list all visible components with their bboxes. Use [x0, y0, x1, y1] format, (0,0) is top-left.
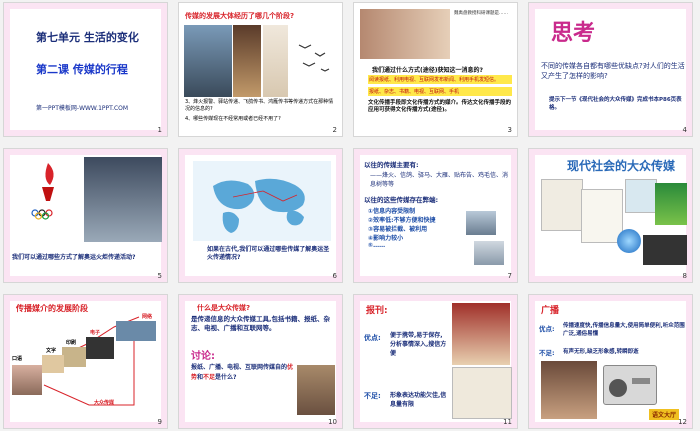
- magazine-image: [625, 179, 657, 213]
- portrait-photo: [360, 9, 450, 59]
- badge: 语文大厅: [649, 409, 680, 420]
- tv-cabinet-image: [297, 365, 335, 415]
- bell-photo: [233, 25, 261, 97]
- stage-label-writing: 文字: [46, 348, 57, 354]
- list-item: ③容易被拦截、被利用: [368, 226, 428, 233]
- slide-number: 6: [332, 272, 337, 280]
- heading-1: 以往的传媒主要有:: [364, 161, 419, 169]
- slide-thumbnail-11[interactable]: 报刊: 优点: 便于携带,易于保存,分析事情深入,搜信方便 不足: 形象表达功能…: [353, 294, 518, 429]
- slide-thumbnail-5[interactable]: 我们可以通过哪些方式了解奥运火炬传递活动? 5: [3, 148, 168, 283]
- bio-text: 魏禹盘教授科研课题是……: [454, 11, 508, 16]
- stage-label-speech: 口语: [12, 356, 23, 362]
- slide-number: 8: [682, 272, 687, 280]
- list-item: ⑤……: [368, 242, 386, 249]
- advantage-text: 传播速度快,传播信息量大,使用简单便利,听众范围广泛,通俗易懂: [563, 323, 685, 337]
- stage-label-electronic: 电子: [90, 330, 101, 336]
- ancient-painting: [263, 25, 288, 97]
- slide-number: 10: [328, 418, 337, 426]
- paragraph: 文化传播手段即文化传播方式的媒介。传达文化传播手段的应用可获得文化传播方式(途径…: [368, 100, 512, 113]
- slide-number: 5: [157, 272, 162, 280]
- slide-number: 4: [682, 126, 687, 134]
- heading-2: 以往的这些传媒存在弊端:: [364, 196, 439, 204]
- question-1: 我们通过什么方式(途径)获知这一消息的?: [372, 67, 483, 74]
- magazine-cover-image: [655, 183, 687, 225]
- slide-thumbnail-3[interactable]: 魏禹盘教授科研课题是…… 我们通过什么方式(途径)获知这一消息的? 阅读报纸、利…: [353, 2, 518, 137]
- shortcoming-label: 不足:: [539, 349, 555, 357]
- book-image: [581, 189, 623, 243]
- shortcoming-label: 不足:: [364, 392, 381, 400]
- list-1: ——烽火、信鸽、驿马、大雁、贴布告、鸡毛信、消息树等等: [370, 172, 509, 188]
- slide-title: 第七单元 生活的变化: [36, 31, 139, 44]
- advantage-label: 优点:: [364, 334, 381, 342]
- shortcoming-text: 有声无形,缺乏形象感,转瞬即逝: [563, 349, 639, 355]
- slide-footer: 第一PPT模板网-WWW.1PPT.COM: [36, 105, 129, 112]
- slide-number: 9: [157, 418, 162, 426]
- tv-image: [86, 337, 114, 359]
- writing-image: [42, 355, 64, 373]
- slide-thumbnail-2[interactable]: 传媒的发展大体经历了哪几个阶段? 3、烽火报警、驿站传递、飞鸽传书、鸿雁传书等传…: [178, 2, 343, 137]
- stage-label-printing: 印刷: [66, 340, 77, 346]
- slide-number: 3: [507, 126, 512, 134]
- shortcoming-text: 形象表达功能欠佳,信息量有限: [390, 392, 447, 408]
- answer-box-1: 阅读报纸、利用电视、互联网发布新闻、利用手机发短信。: [368, 75, 512, 84]
- slide-title: 现代社会的大众传媒: [567, 159, 676, 173]
- slide-number: 1: [157, 126, 162, 134]
- slide-thumbnail-12[interactable]: 广播 优点: 传播速度快,传播信息量大,使用简单便利,听众范围广泛,通俗易懂 不…: [528, 294, 693, 429]
- flying-geese-image: [289, 33, 339, 83]
- newspaper-image: [452, 367, 512, 419]
- hint-text: 提示下一节《现代社会的大众传媒》完成书本P86页表格。: [549, 97, 682, 111]
- question-3: 3、烽火报警、驿站传递、飞鸽传书、鸿雁传书等传递方式在那种情况的信息的?: [185, 99, 334, 112]
- press-image: [62, 347, 86, 367]
- list-item: ②效率低:不够方便和快捷: [368, 217, 436, 224]
- list-item: ①信息内容受限制: [368, 208, 416, 215]
- network-image: [116, 321, 156, 341]
- think-question: 不同的传媒各自都有哪些优缺点?对人们的生活又产生了怎样的影响?: [541, 62, 685, 80]
- slide-question: 传媒的发展大体经历了哪几个阶段?: [185, 12, 295, 20]
- question-tail: 是什么?: [215, 374, 237, 381]
- slide-number: 2: [332, 126, 337, 134]
- world-map: [193, 161, 331, 241]
- stage-label-mass-media: 大众传媒: [94, 400, 115, 406]
- newspaper-image: [541, 179, 583, 231]
- think-heading: 思考: [551, 21, 596, 46]
- pigeon-image: [466, 211, 496, 235]
- slide-number: 7: [507, 272, 512, 280]
- question-4: 4、哪些传媒现在不经常用或者已经不用了?: [185, 116, 281, 122]
- slide-thumbnail-4[interactable]: 思考 不同的传媒各自都有哪些优缺点?对人们的生活又产生了怎样的影响? 提示下一节…: [528, 2, 693, 137]
- torch-relay-photo: [84, 157, 162, 242]
- slide-question: 什么是大众传媒?: [197, 304, 251, 312]
- slide-question: 如果在古代,我们可以通过哪些传媒了解奥运圣火传递情况?: [207, 246, 330, 261]
- laptop-image: [643, 235, 687, 265]
- advantage-text: 便于携带,易于保存,分析事情深入,搜信方便: [390, 332, 447, 357]
- slide-thumbnail-7[interactable]: 以往的传媒主要有: ——烽火、信鸽、驿马、大雁、贴布告、鸡毛信、消息树等等 以往…: [353, 148, 518, 283]
- slide-thumbnail-9[interactable]: 传播媒介的发展阶段 口语 文字 印刷 电子 网络 大众传媒 9: [3, 294, 168, 429]
- radio-studio-photo: [541, 361, 597, 419]
- slide-thumbnail-10[interactable]: 什么是大众传媒? 是传递信息的大众传媒工具,包括书籍、报纸、杂志、电视、广播和互…: [178, 294, 343, 429]
- speaking-image: [12, 365, 42, 395]
- definition: 是传递信息的大众传媒工具,包括书籍、报纸、杂志、电视、广播和互联网等。: [191, 315, 330, 332]
- section-heading: 报刊:: [366, 306, 388, 316]
- slide-number: 11: [503, 418, 512, 426]
- answer-box-2: 报纸、杂志、书籍、电视、互联网、手机: [368, 87, 512, 96]
- discussion-text: 报纸、广播、电视、互联网传媒自的: [191, 364, 288, 371]
- advantage-label: 优点:: [539, 325, 555, 333]
- slide-number: 12: [678, 418, 687, 426]
- olympic-logo: [26, 159, 71, 221]
- slide-thumbnail-6[interactable]: 如果在古代,我们可以通过哪些传媒了解奥运圣火传递情况? 6: [178, 148, 343, 283]
- slide-thumbnail-1[interactable]: 第七单元 生活的变化 第二课 传媒的行程 第一PPT模板网-WWW.1PPT.C…: [3, 2, 168, 137]
- beacon-tower-photo: [184, 25, 232, 97]
- radio-image: [603, 365, 657, 405]
- slide-thumbnail-8[interactable]: 现代社会的大众传媒 8: [528, 148, 693, 283]
- list-item: ④影响力较小: [368, 235, 404, 242]
- magazine-cover-image: [452, 303, 510, 365]
- slide-subtitle: 第二课 传媒的行程: [36, 63, 128, 76]
- discussion-heading: 讨论:: [191, 351, 215, 362]
- geese-image: [474, 241, 504, 265]
- slide-question: 我们可以通过哪些方式了解奥运火炬传递活动?: [12, 254, 136, 261]
- shortcoming-word: 不足: [203, 374, 216, 381]
- section-heading: 广播: [541, 306, 560, 316]
- stage-label-network: 网络: [142, 314, 153, 320]
- internet-explorer-icon: [617, 229, 641, 253]
- discussion-question: 报纸、广播、电视、互联网传媒自的优势和不足是什么?: [191, 363, 296, 383]
